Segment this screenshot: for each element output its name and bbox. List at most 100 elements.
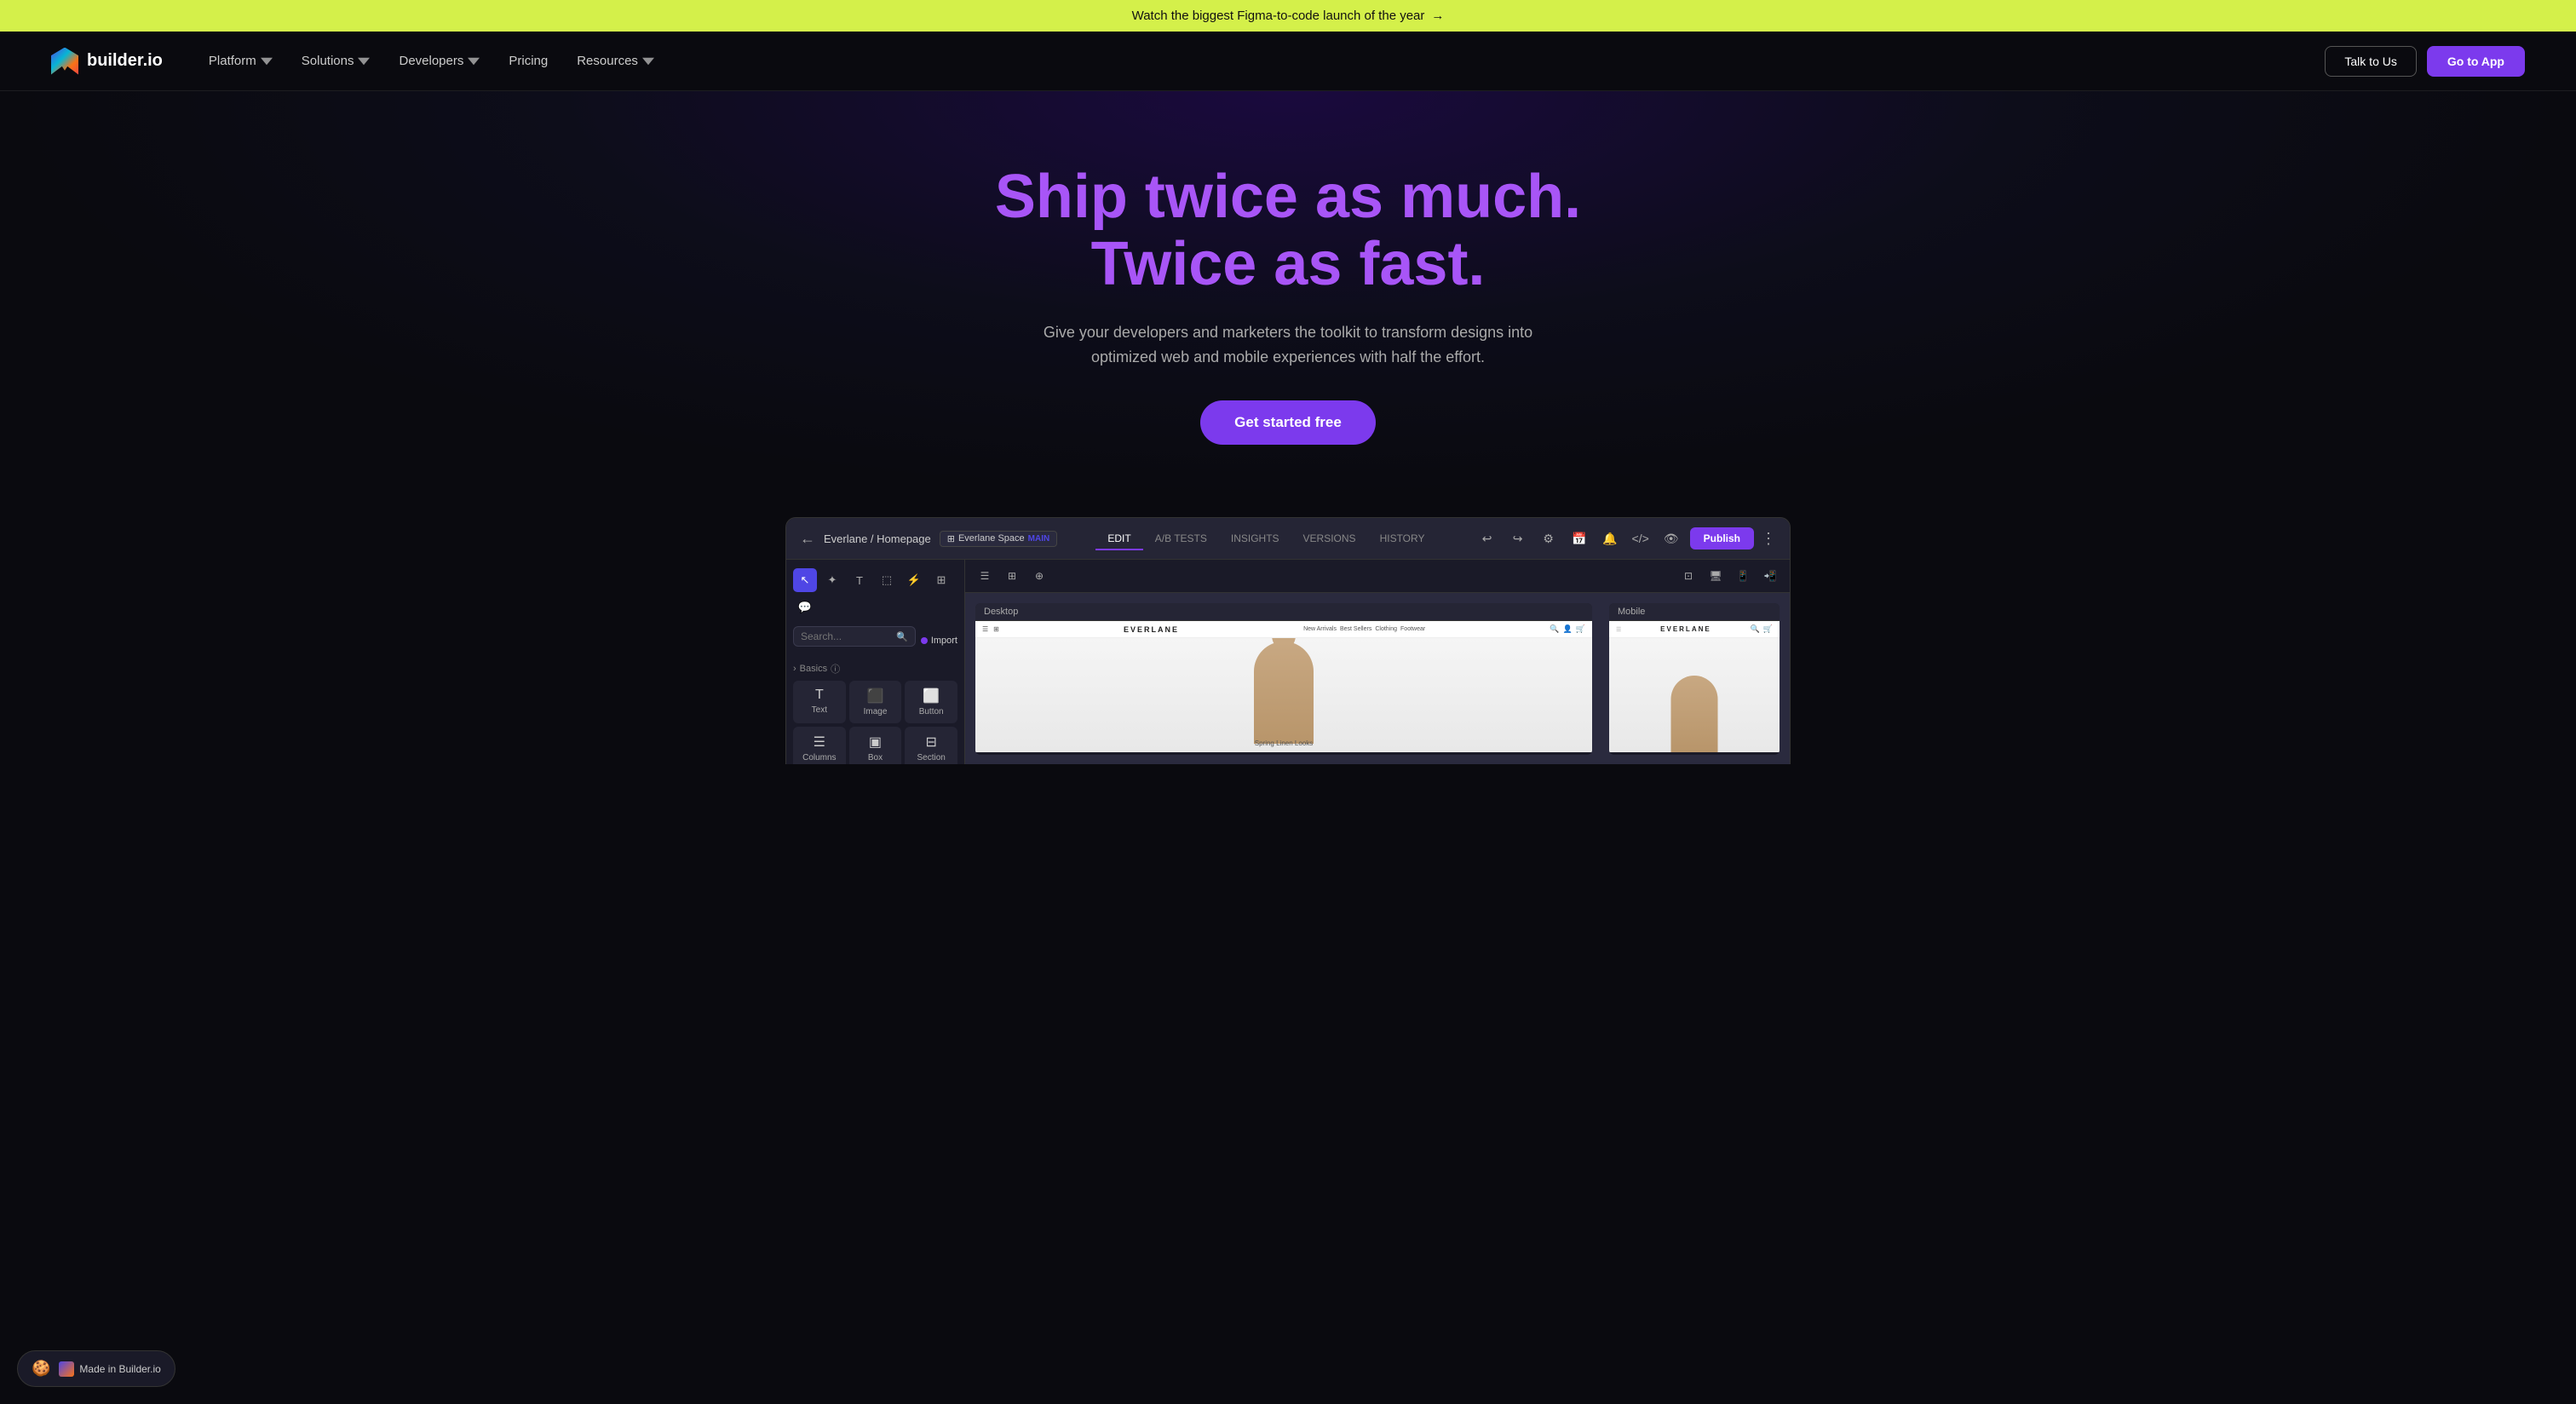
tab-insights[interactable]: INSIGHTS (1219, 527, 1291, 550)
app-window: ← Everlane / Homepage ⊞ Everlane Space M… (785, 517, 1791, 764)
canvas-toolbar: ☰ ⊞ ⊕ ⊡ 🖥 📱 📲 (965, 560, 1790, 593)
everlane-nav-mock: ☰ ⊞ EVERLANE New Arrivals Best Sellers C… (975, 621, 1592, 638)
button-icon: ⬜ (923, 688, 940, 705)
nav-link-pricing[interactable]: Pricing (497, 47, 560, 75)
layers-panel-tool[interactable]: ⬚ (875, 568, 899, 592)
section-icon: ⊟ (925, 734, 936, 751)
nav-link-solutions[interactable]: Solutions (290, 47, 382, 75)
component-text[interactable]: T Text (793, 681, 846, 723)
tab-edit[interactable]: EDIT (1095, 527, 1142, 550)
chevron-right-icon: › (793, 664, 796, 674)
talk-to-us-button[interactable]: Talk to Us (2325, 46, 2416, 77)
add-view-button[interactable]: ⊕ (1028, 565, 1050, 587)
nav-link-developers[interactable]: Developers (387, 47, 492, 75)
go-to-app-button[interactable]: Go to App (2427, 46, 2525, 77)
get-started-button[interactable]: Get started free (1200, 400, 1376, 445)
columns-icon: ☰ (814, 734, 825, 751)
plus-tool[interactable]: ⚡ (902, 568, 926, 592)
more-options-button[interactable]: ⋮ (1761, 530, 1776, 548)
everlane-hero-img: Spring Linen Looks (975, 638, 1592, 752)
tab-history[interactable]: HISTORY (1368, 527, 1437, 550)
redo-button[interactable]: ↪ (1506, 526, 1530, 550)
hero-headline-1: Ship twice as much. (995, 163, 1581, 231)
announcement-bar[interactable]: Watch the biggest Figma-to-code launch o… (0, 0, 2576, 32)
tab-versions[interactable]: VERSIONS (1291, 527, 1368, 550)
component-section[interactable]: ⊟ Section (905, 727, 957, 764)
text-tool[interactable]: T (848, 568, 871, 592)
nav-link-resources[interactable]: Resources (565, 47, 666, 75)
space-badge: ⊞ Everlane Space MAIN (940, 531, 1057, 547)
search-icon: 🔍 (896, 631, 908, 642)
grid-view-button[interactable]: ⊞ (1001, 565, 1023, 587)
component-image[interactable]: ⬛ Image (849, 681, 902, 723)
mobile-nav-mock: ☰ EVERLANE 🔍 🛒 (1609, 621, 1780, 638)
mobile-preview-panel: Mobile ☰ EVERLANE 🔍 🛒 (1609, 603, 1780, 755)
layers-tool[interactable]: ✦ (820, 568, 844, 592)
back-button[interactable]: ← (800, 530, 815, 548)
mobile-label: Mobile (1609, 603, 1780, 621)
chat-tool[interactable]: 💬 (793, 596, 817, 619)
main-badge: MAIN (1028, 534, 1050, 544)
calendar-icon-button[interactable]: 📅 (1567, 526, 1591, 550)
navigation: builder.io Platform Solutions Developers… (0, 32, 2576, 91)
import-button[interactable]: Import (921, 636, 957, 646)
desktop-preview-panel: Desktop ☰ ⊞ EVERLANE (975, 603, 1592, 755)
mobile-button[interactable]: 📲 (1759, 565, 1781, 587)
space-name: Everlane Space (958, 533, 1025, 544)
preview-icon-button[interactable]: 👁 (1659, 526, 1683, 550)
space-icon: ⊞ (947, 533, 955, 544)
mobile-preview-content: ☰ EVERLANE 🔍 🛒 (1609, 621, 1780, 752)
tablet-button[interactable]: 📱 (1732, 565, 1754, 587)
mobile-hero (1609, 638, 1780, 752)
resize-button[interactable]: ⊡ (1677, 565, 1699, 587)
components-grid: T Text ⬛ Image ⬜ Button ☰ Columns (793, 681, 957, 764)
bell-icon-button[interactable]: 🔔 (1598, 526, 1622, 550)
window-body: ↖ ✦ T ⬚ ⚡ ⊞ 💬 🔍 Import (786, 560, 1790, 764)
undo-button[interactable]: ↩ (1475, 526, 1499, 550)
everlane-caption: Spring Linen Looks (1255, 739, 1314, 747)
titlebar-left: ← Everlane / Homepage ⊞ Everlane Space M… (800, 530, 1057, 548)
titlebar-tabs: EDIT A/B TESTS INSIGHTS VERSIONS HISTORY (1095, 527, 1436, 550)
cookie-notice[interactable]: 🍪 Made in Builder.io (17, 1350, 175, 1387)
grid-tool[interactable]: ⊞ (929, 568, 953, 592)
image-icon: ⬛ (867, 688, 884, 705)
announcement-arrow: → (1431, 9, 1444, 23)
sidebar: ↖ ✦ T ⬚ ⚡ ⊞ 💬 🔍 Import (786, 560, 965, 764)
sidebar-toolbar: ↖ ✦ T ⬚ ⚡ ⊞ 💬 (793, 568, 957, 619)
hero-headline: Ship twice as much. Twice as fast. (995, 164, 1581, 298)
hero-headline-2: Twice as fast. (1091, 230, 1486, 298)
everlane-nav-links-mock: New Arrivals Best Sellers Clothing Footw… (1303, 626, 1425, 632)
mobile-model-body (1671, 676, 1718, 752)
settings-icon-button[interactable]: ⚙ (1537, 526, 1561, 550)
code-icon-button[interactable]: </> (1629, 526, 1653, 550)
section-label: Basics (800, 664, 827, 674)
columns-view-button[interactable]: ☰ (974, 565, 996, 587)
component-button[interactable]: ⬜ Button (905, 681, 957, 723)
made-in-text: Made in Builder.io (79, 1363, 160, 1375)
breadcrumb: Everlane / Homepage (824, 532, 931, 545)
logo[interactable]: builder.io (51, 48, 163, 75)
model-silhouette (1254, 642, 1314, 744)
logo-icon (51, 48, 78, 75)
mobile-mockup: ☰ EVERLANE 🔍 🛒 (1609, 621, 1780, 752)
component-box[interactable]: ▣ Box (849, 727, 902, 764)
info-icon: ⓘ (831, 662, 840, 676)
nav-link-platform[interactable]: Platform (197, 47, 285, 75)
mobile-nav-icons: 🔍 🛒 (1751, 624, 1773, 634)
import-dot (921, 637, 928, 644)
made-in-badge: Made in Builder.io (59, 1361, 160, 1377)
tab-ab-tests[interactable]: A/B TESTS (1143, 527, 1219, 550)
cursor-tool[interactable]: ↖ (793, 568, 817, 592)
cookie-icon: 🍪 (32, 1360, 50, 1378)
desktop-label: Desktop (975, 603, 1592, 621)
builder-mini-logo (59, 1361, 74, 1377)
section-header: › Basics ⓘ (793, 662, 957, 676)
mobile-everlane-logo: EVERLANE (1660, 625, 1711, 633)
search-input[interactable] (801, 630, 896, 642)
component-columns[interactable]: ☰ Columns (793, 727, 846, 764)
desktop-preview-content: ☰ ⊞ EVERLANE New Arrivals Best Sellers C… (975, 621, 1592, 752)
desktop-button[interactable]: 🖥 (1705, 565, 1727, 587)
canvas-content: Desktop ☰ ⊞ EVERLANE (965, 593, 1790, 764)
announcement-text: Watch the biggest Figma-to-code launch o… (1132, 9, 1425, 23)
publish-button[interactable]: Publish (1690, 527, 1754, 550)
